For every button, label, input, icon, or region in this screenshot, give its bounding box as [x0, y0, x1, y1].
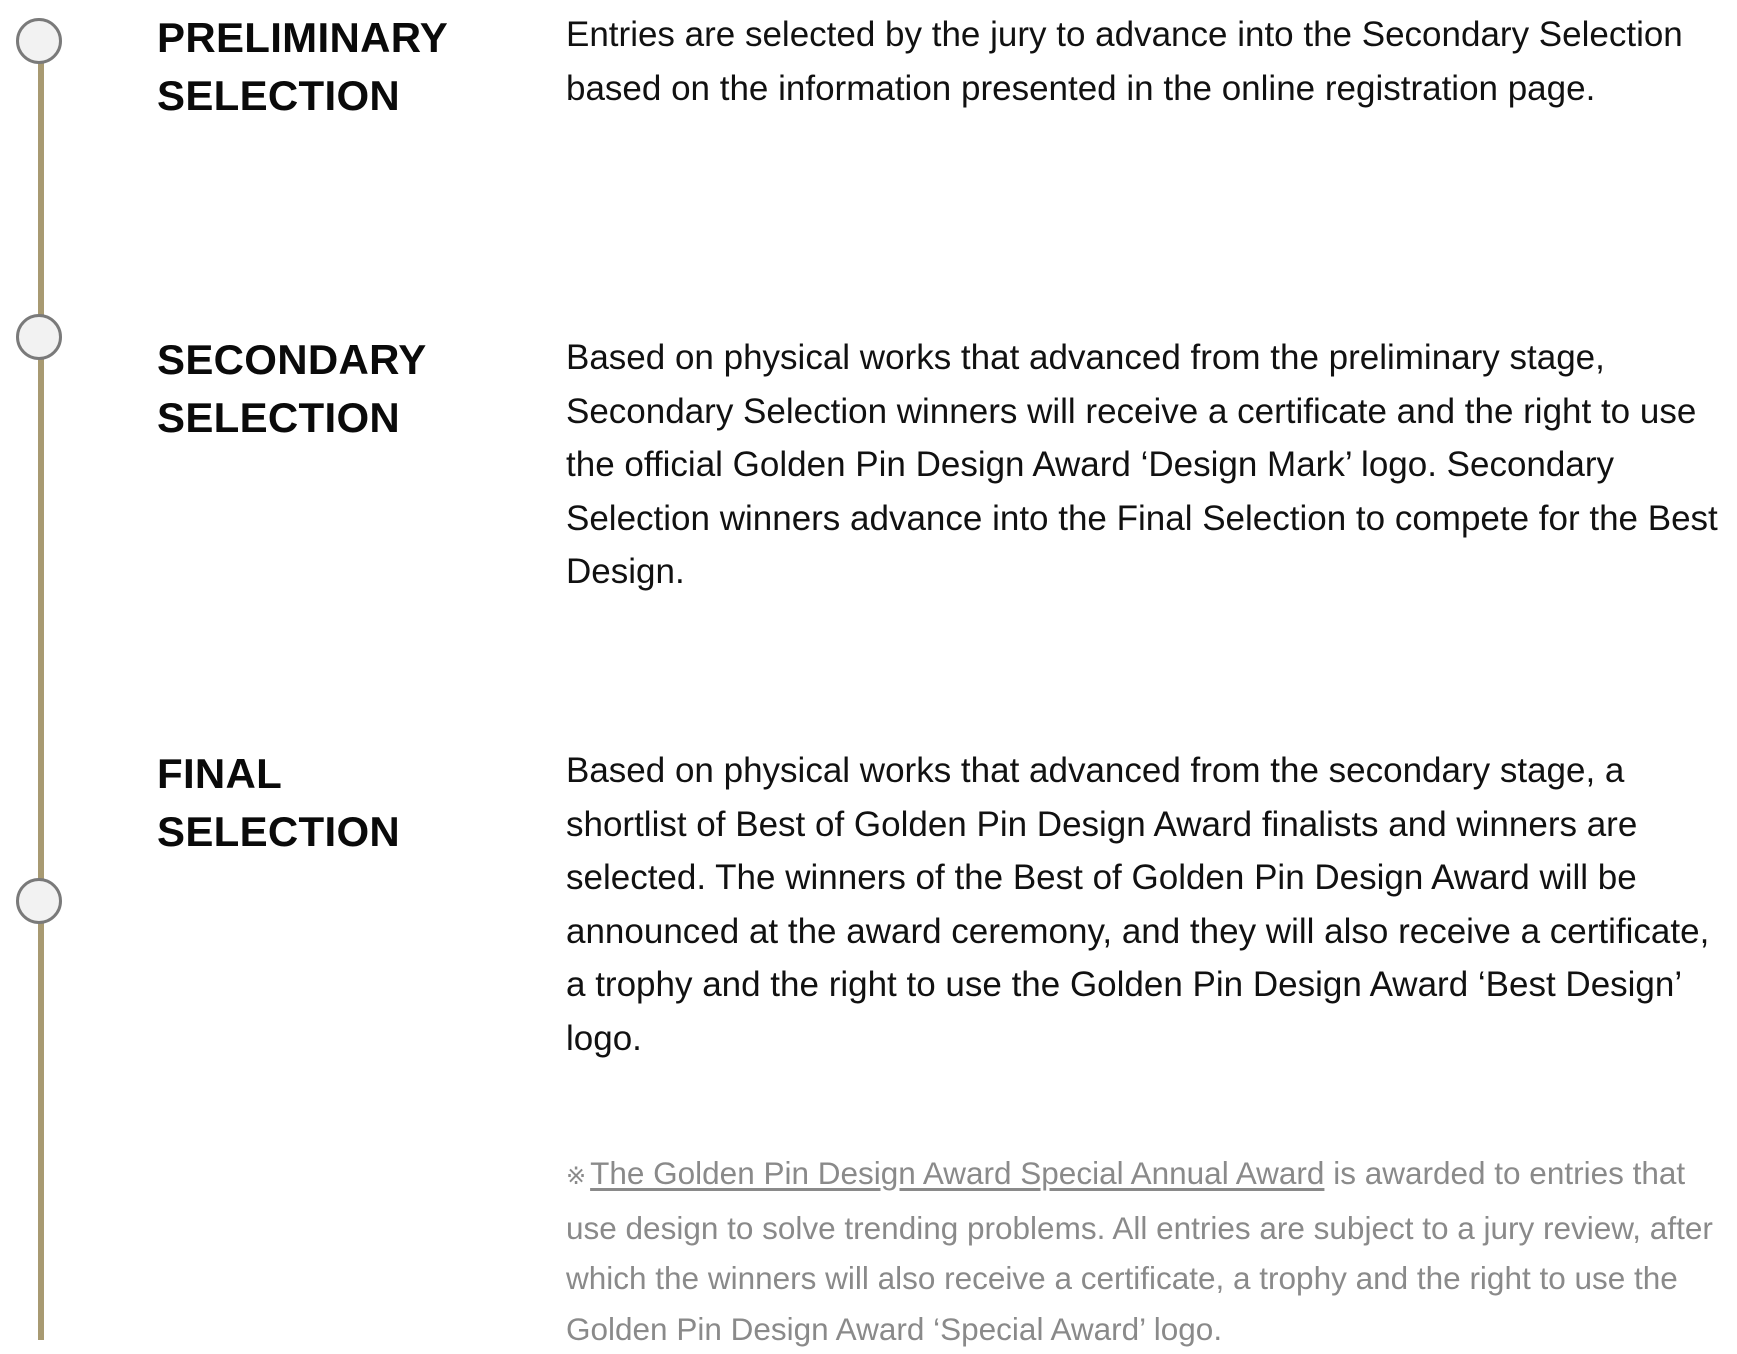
- reference-mark-icon: ※: [566, 1163, 587, 1190]
- special-award-note: ※ The Golden Pin Design Award Special Ann…: [566, 1148, 1726, 1354]
- stage-description: Entries are selected by the jury to adva…: [566, 15, 1683, 108]
- stage-title-line2: SELECTION: [157, 394, 401, 441]
- stage-title-line1: FINAL: [157, 750, 283, 797]
- stage-title: FINAL SELECTION: [157, 745, 557, 861]
- stage-title-line1: PRELIMINARY: [157, 14, 449, 61]
- stage-title-line2: SELECTION: [157, 808, 401, 855]
- stage-title-line2: SELECTION: [157, 72, 401, 119]
- special-annual-award-link[interactable]: The Golden Pin Design Award Special Annu…: [590, 1155, 1324, 1191]
- timeline-node-final: [16, 878, 62, 924]
- stage-description: Based on physical works that advanced fr…: [566, 751, 1710, 1058]
- stage-title-line1: SECONDARY: [157, 336, 427, 383]
- timeline-node-secondary: [16, 314, 62, 360]
- stage-description: Based on physical works that advanced fr…: [566, 338, 1718, 591]
- stage-title: PRELIMINARY SELECTION: [157, 9, 557, 125]
- timeline-line: [38, 40, 44, 1340]
- stage-title: SECONDARY SELECTION: [157, 331, 557, 447]
- timeline-node-preliminary: [16, 18, 62, 64]
